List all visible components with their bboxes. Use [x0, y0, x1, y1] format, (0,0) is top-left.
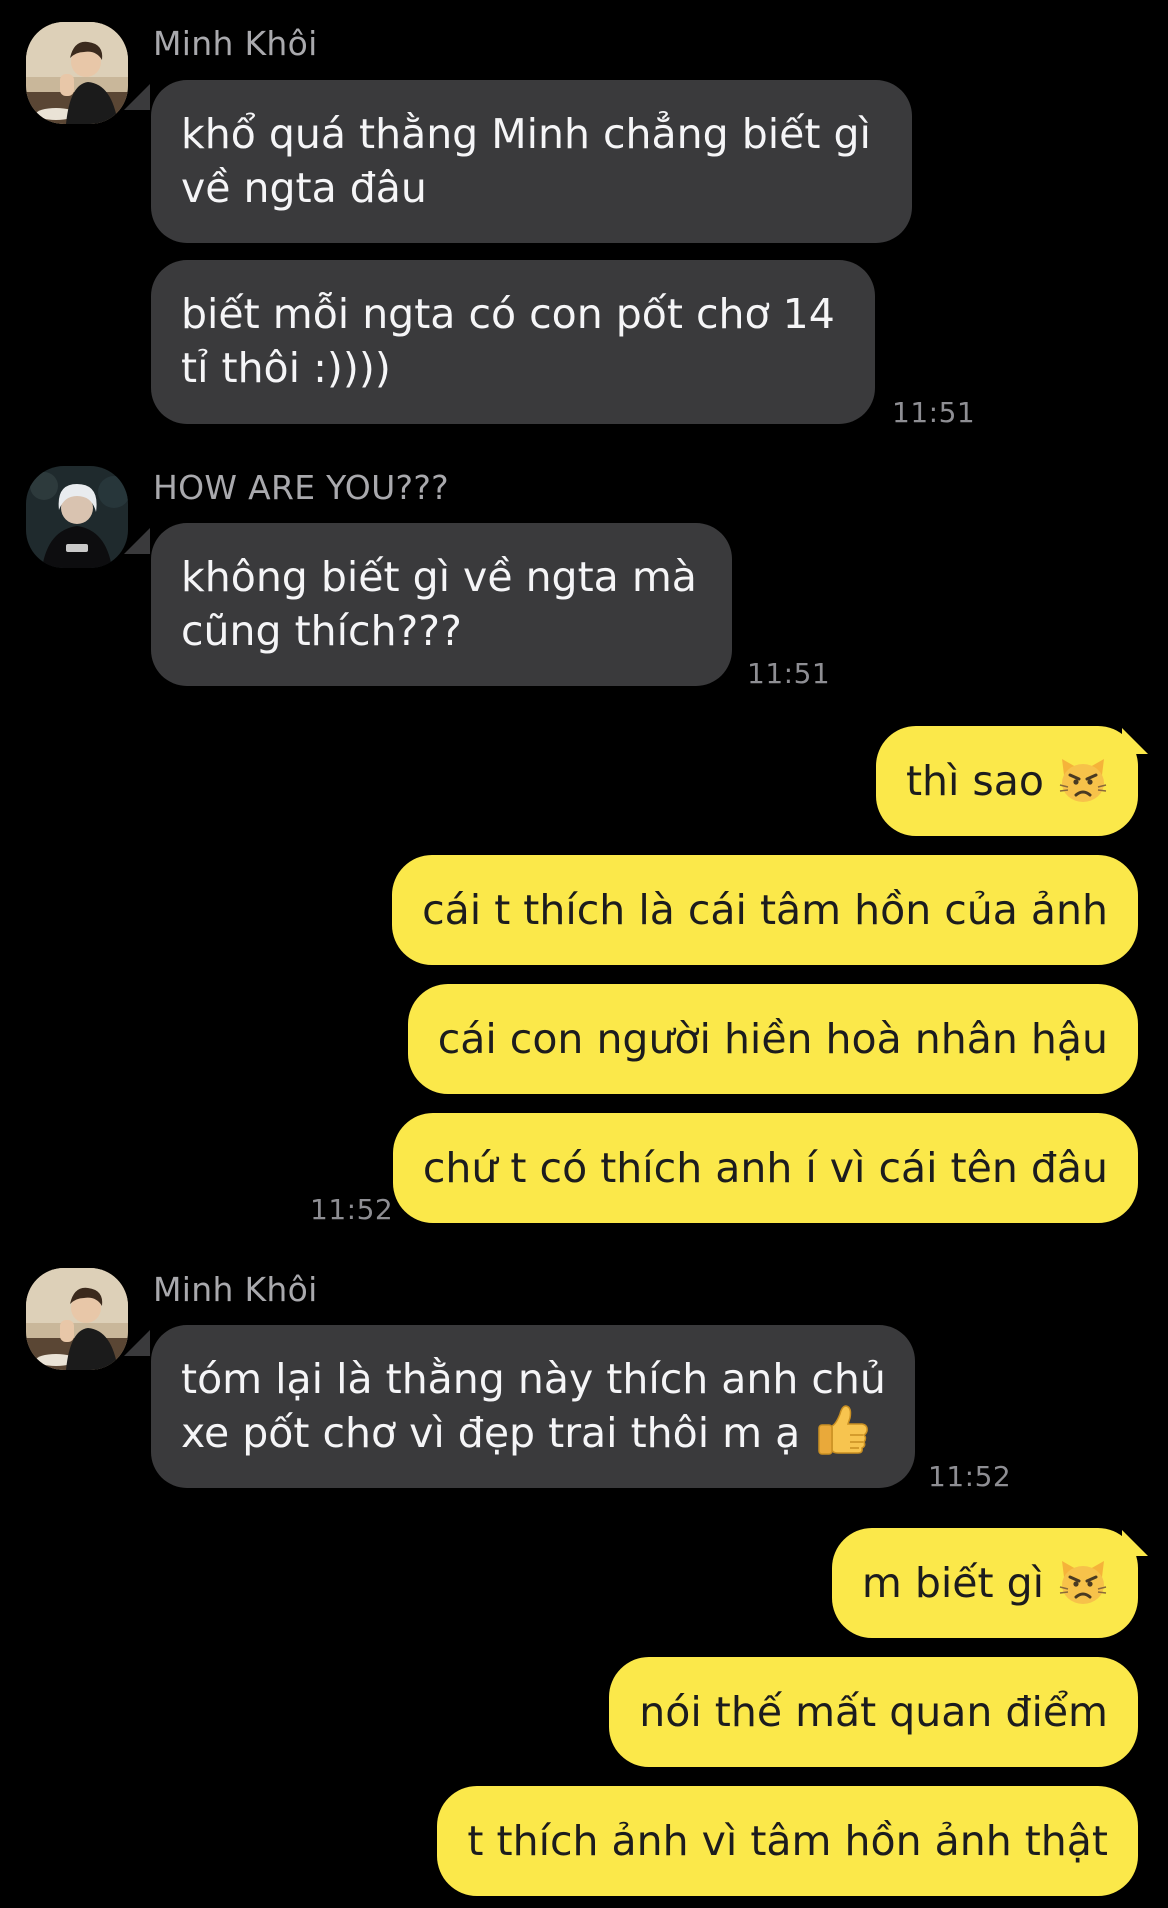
outgoing-message-bubble[interactable]: chứ t có thích anh í vì cái tên đâu: [392, 1113, 1138, 1223]
timestamp: 11:52: [928, 1460, 1012, 1493]
avatar-how-are-you[interactable]: [26, 466, 128, 568]
avatar-photo: [26, 1268, 128, 1370]
outgoing-message-bubble[interactable]: cái con người hiền hoà nhân hậu: [407, 984, 1138, 1094]
bubble-tail: [124, 1330, 150, 1356]
timestamp: 11:51: [892, 396, 976, 429]
message-bubble[interactable]: không biết gì về ngta mà cũng thích???: [151, 523, 732, 686]
timestamp: 11:51: [747, 657, 831, 690]
message-line: không biết gì về ngta mà: [181, 553, 697, 601]
message-line: xe pốt chơ vì đẹp trai thôi m ạ: [181, 1409, 801, 1457]
avatar-photo: [26, 22, 128, 124]
message-bubble[interactable]: biết mỗi ngta có con pốt chơ 14 tỉ thôi …: [151, 260, 875, 424]
message-bubble[interactable]: khổ quá thằng Minh chẳng biết gì về ngta…: [151, 80, 912, 243]
bubble-tail: [124, 84, 150, 110]
thumbs-up-emoji: [814, 1400, 870, 1456]
message-text: nói thế mất quan điểm: [639, 1688, 1108, 1736]
message-line: khổ quá thằng Minh chẳng biết gì: [181, 110, 871, 158]
message-text: chứ t có thích anh í vì cái tên đâu: [422, 1144, 1108, 1192]
chat-thread[interactable]: Minh Khôi khổ quá thằng Minh chẳng biết …: [0, 0, 1168, 1908]
outgoing-message-bubble[interactable]: m biết gì: [831, 1528, 1138, 1638]
sender-name: Minh Khôi: [153, 24, 318, 63]
avatar-photo: [26, 466, 128, 568]
message-text: m biết gì: [861, 1559, 1044, 1607]
message-line: cũng thích???: [181, 607, 462, 655]
sender-name: HOW ARE YOU???: [153, 468, 449, 507]
message-text: cái t thích là cái tâm hồn của ảnh: [422, 886, 1108, 934]
message-line: tóm lại là thằng này thích anh chủ: [181, 1355, 886, 1403]
outgoing-message-bubble[interactable]: cái t thích là cái tâm hồn của ảnh: [392, 855, 1138, 965]
sender-name: Minh Khôi: [153, 1270, 318, 1309]
message-line: về ngta đâu: [181, 164, 427, 212]
outgoing-message-bubble[interactable]: nói thế mất quan điểm: [609, 1657, 1138, 1767]
outgoing-message-bubble[interactable]: thì sao: [875, 726, 1138, 836]
pouting-cat-emoji: [1058, 755, 1108, 805]
outgoing-message-bubble[interactable]: t thích ảnh vì tâm hồn ảnh thật: [437, 1786, 1138, 1896]
timestamp: 11:52: [310, 1193, 394, 1226]
avatar-minh-khoi[interactable]: [26, 1268, 128, 1370]
message-bubble[interactable]: tóm lại là thằng này thích anh chủ xe pố…: [151, 1325, 915, 1488]
avatar-minh-khoi[interactable]: [26, 22, 128, 124]
message-text: cái con người hiền hoà nhân hậu: [437, 1015, 1108, 1063]
message-line: tỉ thôi :)))): [181, 344, 391, 392]
message-text: thì sao: [905, 757, 1044, 805]
message-line: biết mỗi ngta có con pốt chơ 14: [181, 290, 835, 338]
bubble-tail: [124, 528, 150, 554]
message-text: t thích ảnh vì tâm hồn ảnh thật: [467, 1817, 1108, 1865]
pouting-cat-emoji: [1058, 1557, 1108, 1607]
